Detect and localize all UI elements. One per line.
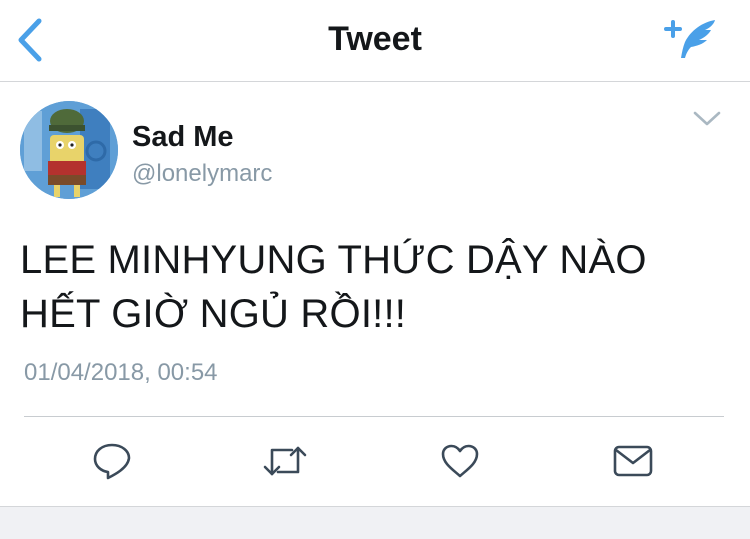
tweet-options-button[interactable] [690,107,724,131]
tweet-timestamp: 01/04/2018, 00:54 [24,359,218,386]
author-name[interactable]: Sad Me [132,121,234,154]
like-button[interactable] [433,435,487,487]
direct-message-button[interactable] [606,435,660,487]
tweet-actions [0,431,750,491]
reply-button[interactable] [85,435,139,487]
retweet-button[interactable] [258,435,312,487]
replies-area [0,506,750,539]
chevron-down-icon [693,111,721,126]
like-icon [441,444,479,478]
direct-message-icon [613,445,653,477]
tweet-text-line: LEE MINHYUNG THỨC DẬY NÀO [20,238,647,282]
nav-bar: Tweet [0,0,750,82]
tweet-text: LEE MINHYUNG THỨC DẬY NÀO HẾT GIỜ NGỦ RỒ… [20,233,710,341]
compose-tweet-icon [664,20,715,58]
retweet-icon [263,446,307,476]
page-title: Tweet [328,20,422,58]
author-handle[interactable]: @lonelymarc [132,160,272,188]
avatar[interactable] [20,101,118,199]
avatar-image [20,101,118,199]
compose-tweet-button[interactable] [662,14,720,64]
reply-icon [93,443,131,480]
divider [24,416,724,417]
tweet-text-line: HẾT GIỜ NGỦ RỒI!!! [20,292,407,336]
